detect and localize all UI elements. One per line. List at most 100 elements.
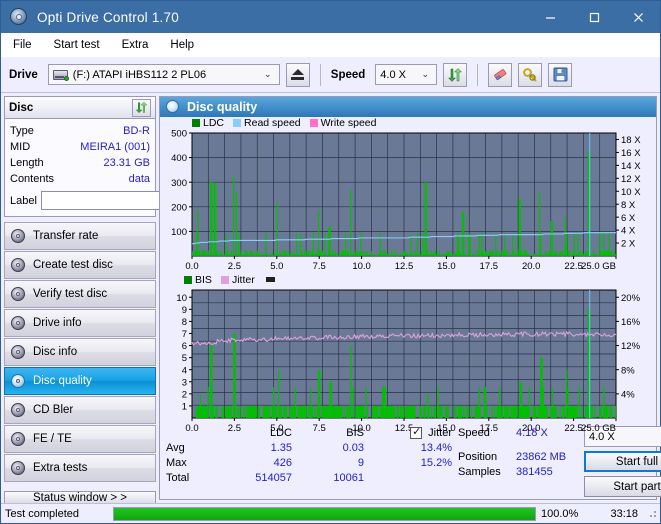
result-samples-label: Samples (458, 466, 516, 478)
status-message: Test completed (1, 508, 113, 520)
jitter-checkbox[interactable] (410, 427, 422, 439)
svg-text:17.5: 17.5 (480, 423, 499, 434)
menu-help[interactable]: Help (168, 37, 196, 53)
disc-icon (11, 403, 26, 418)
drive-icon (53, 68, 69, 81)
svg-text:9: 9 (182, 305, 187, 316)
stats-max-jitter: 15.2% (364, 457, 452, 469)
sidebar-item-label: FE / TE (33, 433, 72, 445)
start-part-button[interactable]: Start part (584, 476, 661, 497)
sidebar-item-label: Drive info (33, 317, 82, 329)
sidebar-item-transfer-rate[interactable]: Transfer rate (4, 222, 156, 250)
svg-text:400: 400 (171, 153, 187, 164)
minimize-button[interactable] (528, 1, 572, 33)
refresh-icon (135, 101, 148, 114)
chart-bis-jitter: 123456789104%8%12%16%20%0.02.55.07.510.0… (162, 286, 654, 436)
main-panel: Disc quality LDC Read speed Write sp (159, 96, 657, 500)
svg-text:6: 6 (182, 341, 187, 352)
sidebar-item-fe-te[interactable]: FE / TE (4, 425, 156, 453)
menu-extra[interactable]: Extra (120, 37, 151, 53)
status-bar: Test completed 100.0% 33:18 (1, 503, 660, 523)
sidebar-item-create-test-disc[interactable]: Create test disc (4, 251, 156, 279)
result-position: Position 23862 MB (458, 449, 584, 464)
svg-text:8 X: 8 X (621, 200, 636, 211)
legend-item-write-speed: Write speed (310, 117, 377, 129)
svg-text:22.5: 22.5 (564, 261, 583, 272)
svg-text:7: 7 (182, 329, 187, 340)
svg-text:12.5: 12.5 (395, 261, 414, 272)
menu-file[interactable]: File (11, 37, 34, 53)
sidebar-item-drive-info[interactable]: Drive info (4, 309, 156, 337)
legend-marker-dark (266, 277, 275, 282)
sidebar-item-disc-quality[interactable]: Disc quality (4, 367, 156, 395)
app-title: Opti Drive Control 1.70 (37, 10, 179, 25)
svg-text:17.5: 17.5 (480, 261, 499, 272)
svg-text:2.5: 2.5 (228, 423, 241, 434)
disc-refresh-button[interactable] (132, 99, 151, 117)
sidebar-item-label: Extra tests (33, 462, 87, 474)
svg-text:2: 2 (182, 389, 187, 400)
drive-label: Drive (9, 69, 38, 81)
disc-icon (11, 287, 26, 302)
chevron-down-icon: ⌄ (261, 69, 275, 80)
chart-ldc-readspeed: 1002003004005002 X4 X6 X8 X10 X12 X14 X1… (162, 129, 654, 274)
sidebar-item-cd-bler[interactable]: CD Bler (4, 396, 156, 424)
speed-select-value: 4.0 X (380, 69, 406, 81)
svg-text:8%: 8% (621, 365, 635, 376)
svg-text:5.0: 5.0 (270, 261, 283, 272)
erase-button[interactable] (488, 63, 512, 87)
svg-text:7.5: 7.5 (313, 423, 326, 434)
refresh-button[interactable] (443, 63, 467, 87)
disc-label-label: Label (10, 195, 37, 207)
svg-text:0.0: 0.0 (185, 261, 198, 272)
svg-text:20.0: 20.0 (522, 261, 541, 272)
result-samples-value: 381455 (516, 466, 553, 478)
chevron-down-icon: ⌄ (418, 69, 432, 80)
disc-type-value: BD-R (123, 125, 150, 137)
progress-percent: 100.0% (536, 508, 592, 520)
svg-text:5: 5 (182, 353, 187, 364)
start-full-button[interactable]: Start full (584, 451, 661, 472)
table-row: Total 514057 10061 (166, 470, 458, 485)
key-button[interactable] (518, 63, 542, 87)
table-row: Avg 1.35 0.03 13.4% (166, 440, 458, 455)
stats-row-label: Avg (166, 442, 220, 454)
disc-mid-label: MID (10, 141, 30, 153)
svg-text:5.0: 5.0 (270, 423, 283, 434)
svg-text:16%: 16% (621, 317, 641, 328)
disc-icon (11, 229, 26, 244)
legend-item-ldc: LDC (192, 117, 224, 129)
stats-row-label: Total (166, 472, 220, 484)
chart-ldc-readspeed-svg: 1002003004005002 X4 X6 X8 X10 X12 X14 X1… (162, 129, 656, 274)
disc-contents-value: data (129, 173, 150, 185)
sidebar-item-verify-test-disc[interactable]: Verify test disc (4, 280, 156, 308)
resize-grip-icon[interactable] (648, 509, 658, 519)
speed-select[interactable]: 4.0 X ⌄ (375, 64, 437, 85)
svg-text:20.0: 20.0 (522, 423, 541, 434)
save-button[interactable] (548, 63, 572, 87)
sidebar-item-disc-info[interactable]: Disc info (4, 338, 156, 366)
eject-button[interactable] (286, 63, 310, 87)
maximize-button[interactable] (572, 1, 616, 33)
save-icon (553, 67, 568, 82)
drive-select[interactable]: (F:) ATAPI iHBS112 2 PL06 ⌄ (48, 64, 280, 85)
stats-max-ldc: 426 (220, 457, 292, 469)
action-buttons: 4.0 X ⌄ Start full Start part (584, 425, 661, 497)
panel-header: Disc quality (160, 97, 656, 117)
svg-text:22.5: 22.5 (564, 423, 583, 434)
menu-start-test[interactable]: Start test (52, 37, 102, 53)
svg-text:4: 4 (182, 365, 187, 376)
svg-text:3: 3 (182, 377, 187, 388)
menu-bar: File Start test Extra Help (1, 33, 660, 57)
disc-icon (11, 258, 26, 273)
legend-label-ldc: LDC (203, 117, 224, 129)
legend-swatch-jitter (221, 276, 229, 284)
sidebar-item-extra-tests[interactable]: Extra tests (4, 454, 156, 482)
svg-text:2 X: 2 X (621, 238, 636, 249)
legend-item-read-speed: Read speed (233, 117, 301, 129)
disc-row-type: Type BD-R (10, 123, 150, 139)
charts-area: LDC Read speed Write speed 1002003004005… (160, 117, 656, 421)
close-button[interactable] (616, 1, 660, 33)
disc-panel: Disc Type BD-R MID MEIR (4, 96, 156, 217)
disc-row-contents: Contents data (10, 171, 150, 187)
